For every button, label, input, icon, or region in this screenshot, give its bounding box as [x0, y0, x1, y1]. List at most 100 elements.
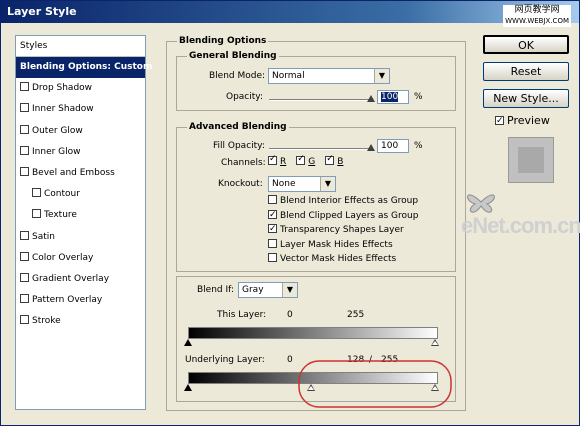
style-checkbox[interactable]	[20, 251, 29, 261]
style-item-label: Pattern Overlay	[32, 295, 103, 306]
style-checkbox[interactable]	[32, 209, 41, 219]
option-label: Blend Clipped Layers as Group	[280, 210, 419, 221]
style-item-label: Gradient Overlay	[32, 274, 110, 284]
title-bar: Layer Style 网页教学网 WWW.WEBJX.COM	[1, 1, 579, 27]
layer-style-dialog: Layer Style 网页教学网 WWW.WEBJX.COM Styles B…	[0, 0, 580, 426]
styles-header[interactable]: Styles	[16, 36, 145, 57]
style-item-stroke[interactable]: Stroke	[16, 311, 145, 332]
style-checkbox[interactable]	[20, 124, 29, 134]
style-item-label: Drop Shadow	[32, 83, 93, 94]
preview-swatch	[508, 137, 554, 183]
this-layer-low: 0	[287, 310, 293, 320]
checkbox-box	[268, 154, 277, 165]
logo-text: eNet.com.cn	[461, 213, 580, 238]
style-checkbox[interactable]	[20, 294, 29, 304]
blend-mode-label: Blend Mode:	[209, 71, 266, 81]
style-item-inner-glow[interactable]: Inner Glow	[16, 142, 145, 163]
knockout-dropdown[interactable]: None ▼	[268, 176, 336, 192]
style-item-outer-glow[interactable]: Outer Glow	[16, 121, 145, 142]
underlying-black-slider[interactable]	[184, 384, 192, 391]
fill-opacity-label: Fill Opacity:	[213, 141, 265, 151]
blend-if-dropdown[interactable]: Gray ▼	[238, 282, 298, 298]
knockout-value: None	[272, 179, 296, 189]
option-layer-mask-hides-effects[interactable]: Layer Mask Hides Effects	[268, 238, 393, 252]
knockout-label: Knockout:	[218, 179, 263, 189]
checkbox-box	[268, 253, 277, 262]
enet-logo: eNet.com.cn	[461, 177, 580, 247]
option-vector-mask-hides-effects[interactable]: Vector Mask Hides Effects	[268, 252, 396, 266]
channel-b-checkbox[interactable]: B	[325, 154, 343, 167]
advanced-blending-title: Advanced Blending	[187, 121, 289, 133]
watermark-url: WWW.WEBJX.COM	[505, 17, 569, 25]
checkbox-box	[296, 154, 306, 165]
this-layer-white-slider[interactable]	[431, 339, 439, 346]
style-item-label: Color Overlay	[32, 252, 94, 263]
option-transparency-shapes-layer[interactable]: Transparency Shapes Layer	[268, 222, 404, 237]
blend-mode-value: Normal	[272, 71, 305, 81]
underlying-layer-label: Underlying Layer:	[185, 355, 265, 365]
channel-label: R	[280, 157, 287, 167]
style-item-label: Texture	[44, 210, 77, 221]
style-item-label: Satin	[32, 231, 55, 242]
checkbox-box	[268, 222, 277, 236]
style-item-label: Contour	[44, 189, 80, 200]
blend-if-value: Gray	[242, 285, 264, 295]
this-layer-black-slider[interactable]	[184, 339, 192, 346]
new-style-button[interactable]: New Style...	[483, 89, 569, 108]
fill-opacity-slider[interactable]	[269, 148, 371, 150]
this-layer-gradient[interactable]	[188, 327, 438, 339]
style-checkbox[interactable]	[20, 167, 29, 176]
fill-opacity-input[interactable]: 100	[377, 139, 409, 153]
general-blending-title: General Blending	[187, 50, 279, 62]
style-item-inner-shadow[interactable]: Inner Shadow	[16, 99, 145, 120]
style-item-pattern-overlay[interactable]: Pattern Overlay	[16, 290, 145, 311]
blending-options-title: Blending Options	[177, 35, 269, 47]
style-checkbox[interactable]	[20, 315, 29, 325]
style-checkbox[interactable]	[20, 145, 29, 155]
style-item-gradient-overlay[interactable]: Gradient Overlay	[16, 269, 145, 290]
opacity-slider-thumb[interactable]	[367, 95, 375, 102]
styles-list: Styles Blending Options: Custom Drop Shad…	[15, 35, 152, 410]
channels-label: Channels:	[221, 158, 266, 168]
checkbox-box	[268, 195, 277, 204]
style-checkbox[interactable]	[20, 103, 29, 113]
preview-checkbox[interactable]: Preview	[495, 114, 550, 128]
style-checkbox[interactable]	[20, 273, 29, 282]
this-layer-label: This Layer:	[217, 310, 267, 320]
option-blend-clipped-layers-as-group[interactable]: Blend Clipped Layers as Group	[268, 208, 419, 223]
style-item-texture[interactable]: Texture	[16, 205, 145, 226]
blend-if-label: Blend If:	[197, 285, 235, 295]
opacity-slider[interactable]	[269, 99, 371, 101]
style-item-label: Stroke	[32, 316, 61, 327]
channels-checkboxes: R GB	[268, 154, 353, 170]
style-checkbox[interactable]	[20, 82, 29, 92]
style-item-label: Inner Shadow	[32, 104, 94, 115]
style-item-satin[interactable]: Satin	[16, 227, 145, 248]
highlight-ellipse	[298, 360, 452, 408]
channel-r-checkbox[interactable]: R	[268, 154, 287, 167]
reset-button[interactable]: Reset	[483, 62, 569, 81]
chevron-down-icon: ▼	[374, 69, 389, 83]
style-item-label: Outer Glow	[32, 125, 83, 136]
style-item-label: Blending Options: Custom	[20, 62, 153, 72]
channel-label: G	[308, 157, 316, 167]
style-item-drop-shadow[interactable]: Drop Shadow	[16, 78, 145, 99]
ok-button[interactable]: OK	[483, 35, 569, 54]
watermark-site: 网页教学网	[514, 5, 560, 15]
preview-label: Preview	[507, 114, 550, 127]
opacity-input[interactable]: 100	[377, 90, 409, 104]
channel-g-checkbox[interactable]: G	[296, 154, 316, 167]
underlying-layer-low: 0	[287, 355, 293, 365]
style-item-color-overlay[interactable]: Color Overlay	[16, 248, 145, 269]
watermark: 网页教学网 WWW.WEBJX.COM	[503, 5, 571, 27]
style-checkbox[interactable]	[32, 188, 41, 198]
option-blend-interior-effects-as-group[interactable]: Blend Interior Effects as Group	[268, 194, 418, 208]
option-label: Blend Interior Effects as Group	[280, 196, 419, 206]
style-item-blending-options-custom[interactable]: Blending Options: Custom	[16, 57, 152, 78]
blend-mode-dropdown[interactable]: Normal ▼	[268, 68, 390, 84]
checkbox-box	[268, 238, 277, 248]
style-checkbox[interactable]	[20, 230, 29, 240]
style-item-contour[interactable]: Contour	[16, 184, 145, 205]
style-item-bevel-and-emboss[interactable]: Bevel and Emboss	[16, 163, 145, 184]
fill-opacity-slider-thumb[interactable]	[367, 144, 375, 151]
